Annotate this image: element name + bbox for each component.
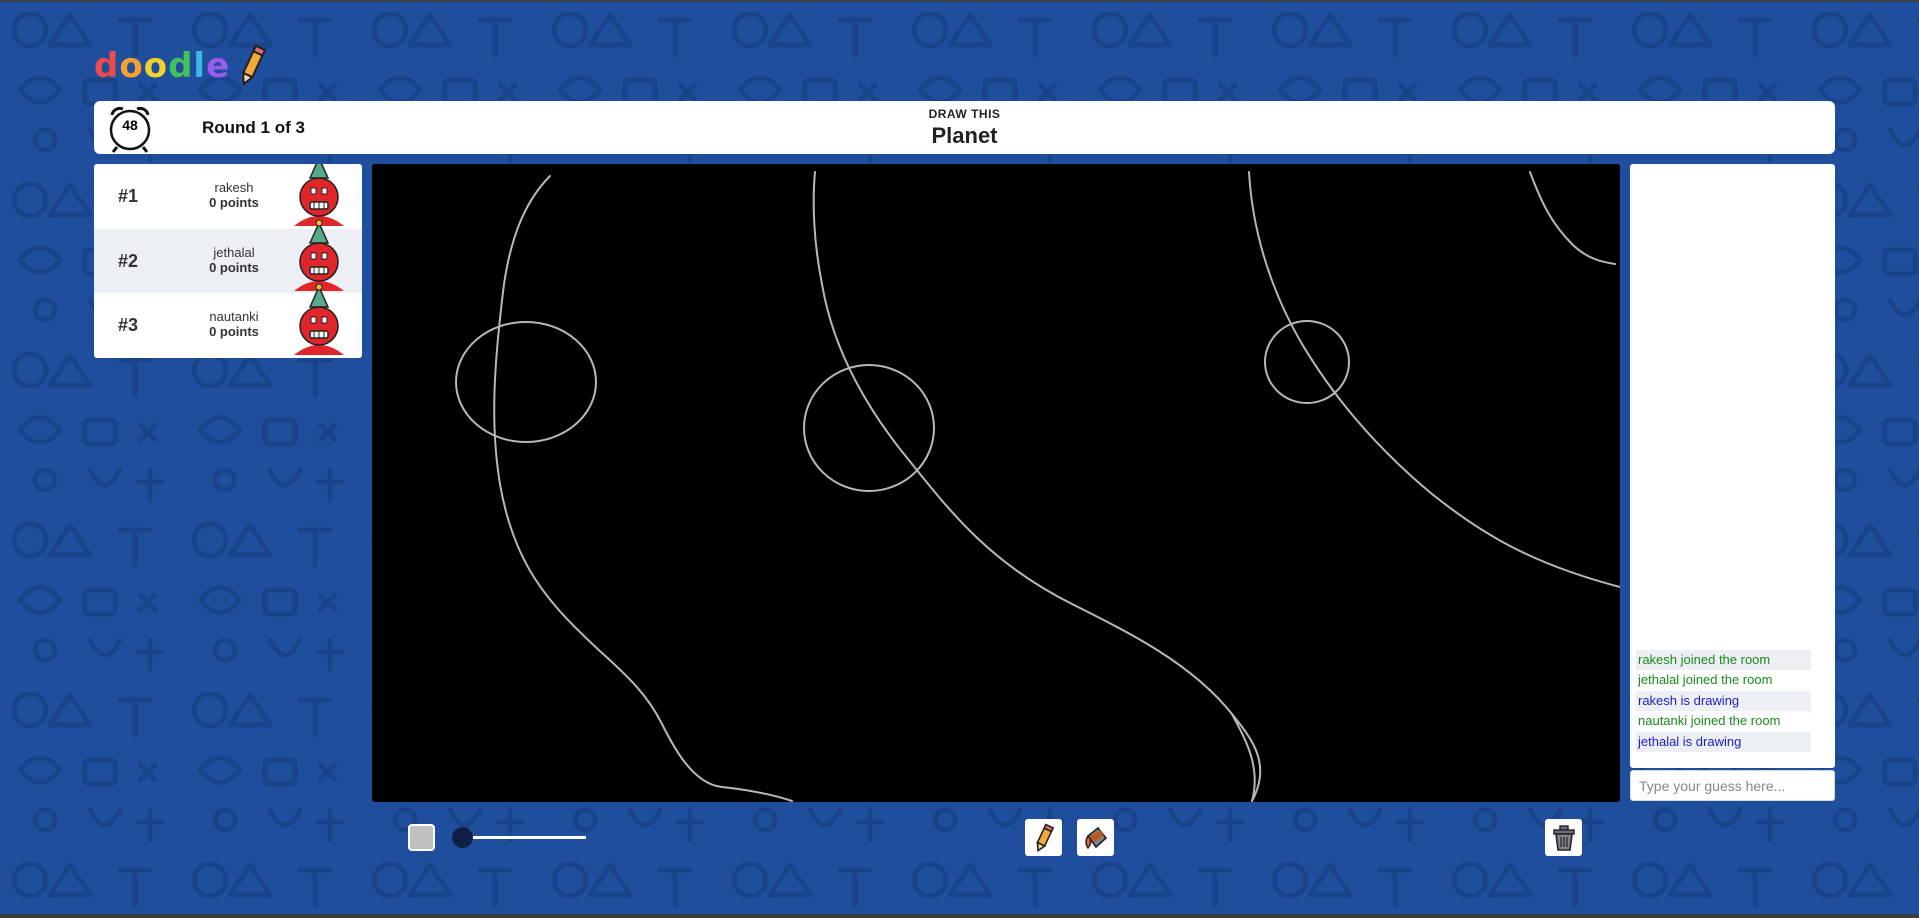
logo-letter: o: [119, 46, 144, 86]
window-bottom-border: [0, 914, 1919, 918]
brush-size-handle[interactable]: [452, 827, 473, 848]
fill-tool-button[interactable]: [1077, 819, 1114, 856]
chat-message: rakesh is drawing: [1636, 690, 1811, 712]
player-list: #1 rakesh 0 points #2 jethalal 0 points: [94, 164, 362, 358]
logo-letter: d: [168, 46, 194, 86]
chat-message: rakesh joined the room: [1636, 649, 1811, 671]
logo-text: doodle: [94, 46, 230, 86]
player-row: #3 nautanki 0 points: [94, 283, 362, 358]
player-name: jethalal: [213, 244, 255, 260]
logo-letter: o: [143, 46, 169, 86]
prompt-label: DRAW THIS: [928, 107, 1001, 121]
player-rank: #2: [118, 250, 139, 271]
player-avatar: [294, 283, 344, 356]
drawing-canvas[interactable]: [372, 164, 1620, 802]
chat-message: jethalal joined the room: [1638, 672, 1773, 688]
player-info: rakesh 0 points: [184, 180, 284, 210]
player-info: jethalal 0 points: [184, 245, 284, 275]
game-header: 48 Round 1 of 3 DRAW THIS Planet: [94, 101, 1835, 154]
guess-input[interactable]: [1630, 770, 1835, 801]
window-top-border: [0, 0, 1919, 2]
chat-message: jethalal is drawing: [1636, 731, 1811, 752]
logo-letter: d: [94, 46, 120, 86]
logo-letter: l: [193, 46, 207, 86]
chat-messages: rakesh joined the room jethalal joined t…: [1636, 649, 1811, 752]
player-points: 0 points: [209, 195, 259, 210]
pencil-icon: [1035, 822, 1054, 852]
player-points: 0 points: [209, 259, 259, 275]
chat-message: nautanki joined the room: [1638, 713, 1781, 729]
chat-panel: rakesh joined the room jethalal joined t…: [1630, 164, 1835, 768]
player-rank: #3: [118, 315, 139, 336]
player-info: nautanki 0 points: [184, 309, 284, 339]
app-logo: doodle: [94, 44, 268, 88]
brush-color-picker[interactable]: [408, 824, 435, 851]
player-name: rakesh: [214, 180, 254, 195]
brush-size-slider[interactable]: [460, 836, 586, 839]
player-points: 0 points: [209, 324, 259, 340]
word-to-draw: Planet: [931, 123, 998, 148]
pencil-logo-icon: [242, 44, 267, 87]
canvas-drawing: [455, 171, 1620, 802]
player-rank: #1: [118, 186, 139, 206]
clear-canvas-button[interactable]: [1545, 819, 1582, 856]
fill-bucket-icon: [1084, 826, 1107, 849]
trash-icon: [1552, 824, 1575, 851]
player-name: nautanki: [209, 309, 259, 325]
pencil-tool-button[interactable]: [1025, 819, 1062, 856]
logo-letter: e: [206, 46, 231, 86]
